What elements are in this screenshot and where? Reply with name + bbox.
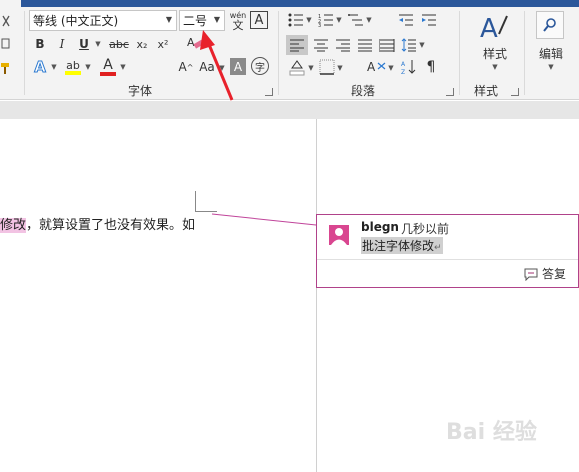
comment-balloon[interactable]: blegn 几秒以前 批注字体修改↵ 答复 — [316, 214, 579, 288]
avatar — [329, 225, 349, 245]
body-text: ，就算设置了也没有效果。如 — [26, 218, 196, 233]
watermark: Bai 经验 — [446, 420, 537, 445]
reply-button[interactable]: 答复 — [523, 265, 566, 282]
commented-text[interactable]: 修改 — [0, 218, 27, 233]
comment-text[interactable]: 批注字体修改↵ — [361, 237, 443, 254]
comment-text-content: 批注字体修改 — [362, 239, 435, 253]
comment-time: 几秒以前 — [401, 222, 450, 236]
comment-divider — [317, 259, 578, 260]
reply-icon — [524, 268, 538, 281]
document-line[interactable]: 修改，就算设置了也没有效果。如 — [0, 214, 195, 233]
comment-author: blegn — [361, 220, 399, 234]
reply-label: 答复 — [541, 267, 566, 281]
